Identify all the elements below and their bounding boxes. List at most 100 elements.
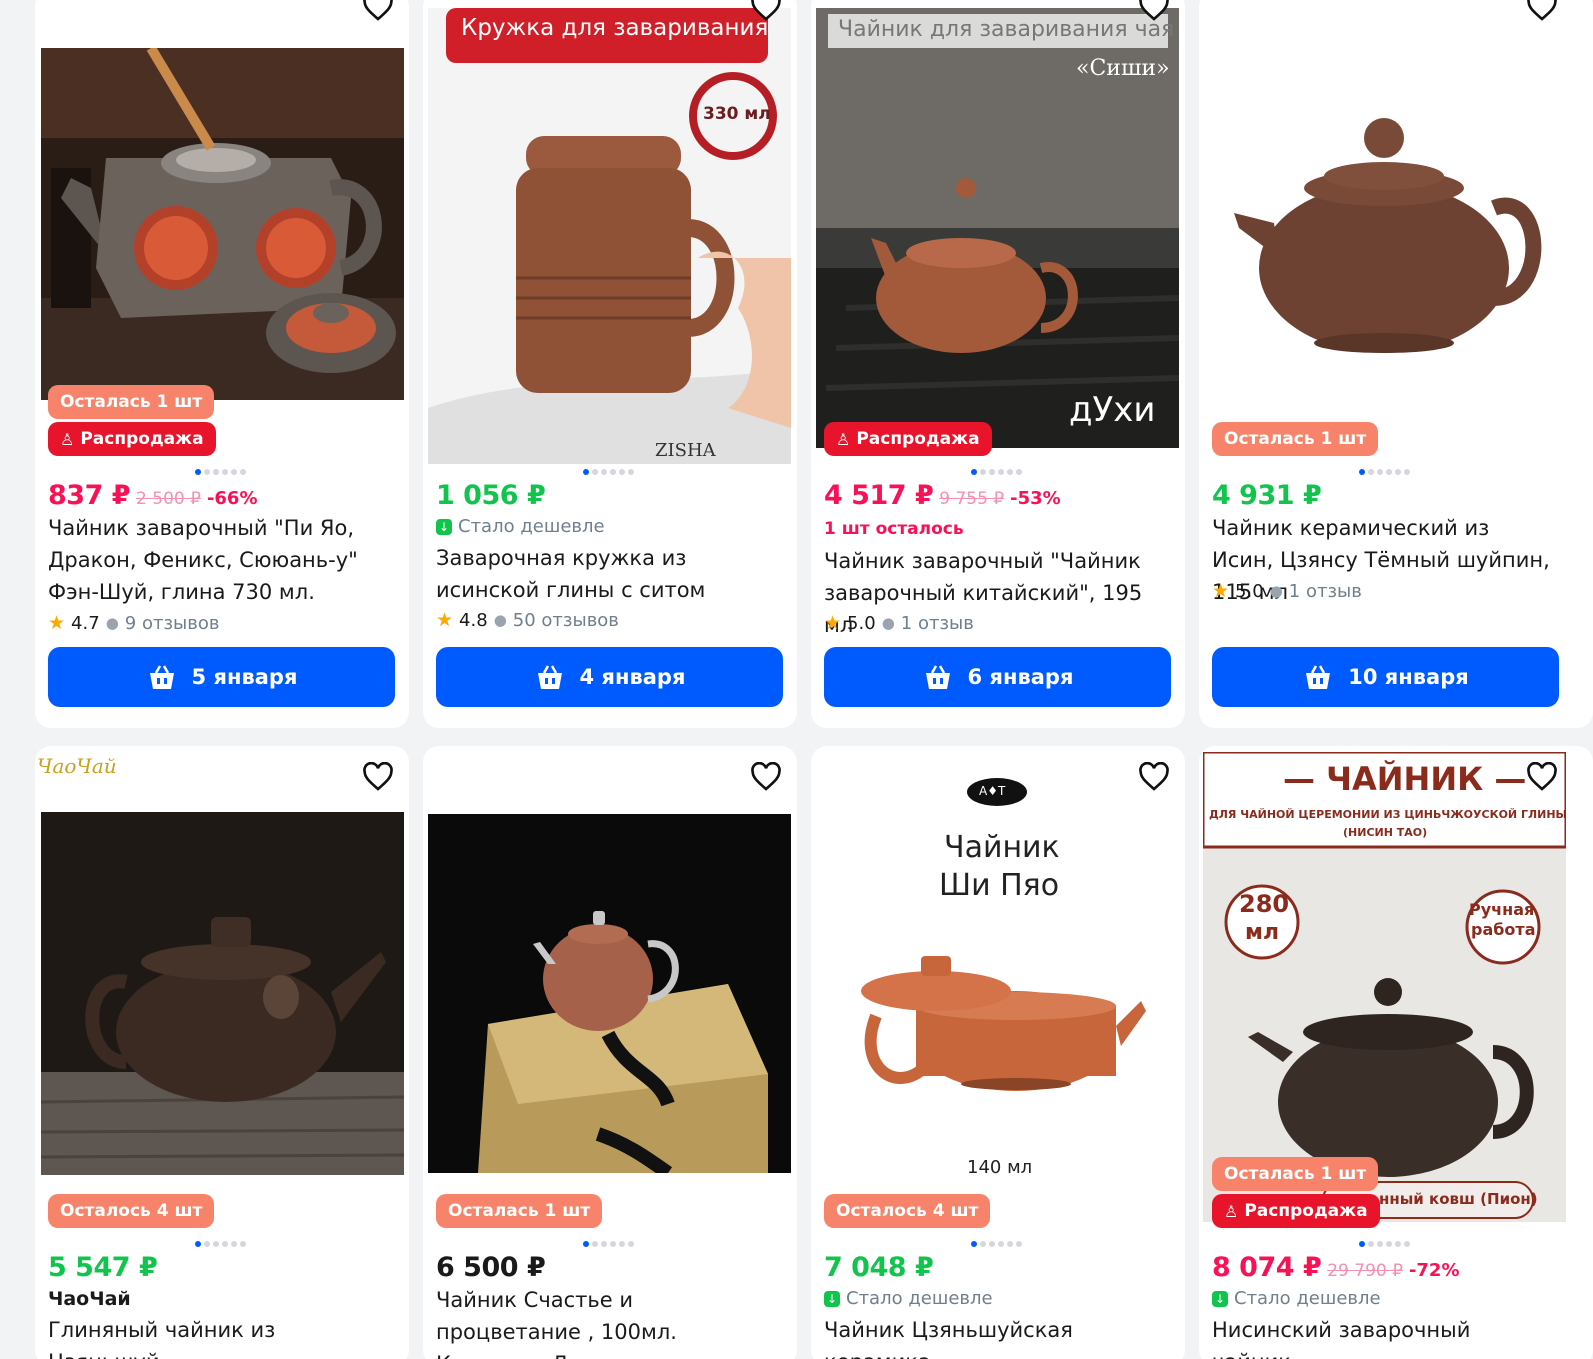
image-volume-unit: мл [1245,920,1280,945]
image-handmade-line2: работа [1471,920,1536,939]
sale-icon: ♙ [60,429,75,449]
image-pager-dots [583,1241,634,1249]
star-icon: ★ [48,612,66,634]
price: 1 056 ₽ [436,480,546,511]
price-row: 5 547 ₽ [48,1252,158,1283]
product-title[interactable]: Чайник Счастье и процветание , 100мл. Ке… [436,1284,776,1359]
image-pager-dots [1359,1241,1410,1249]
stock-badge: Осталась 1 шт [1212,422,1379,456]
add-to-cart-button[interactable]: 6 января [824,647,1171,707]
product-image[interactable] [816,766,1179,1186]
rating-row: ★ 4.8 ● 50 отзывов [436,609,619,631]
arrow-down-icon: ↓ [1212,1290,1228,1307]
product-image[interactable] [428,8,791,464]
old-price: 9 755 ₽ [939,489,1005,509]
brand-logo: А♦Т [979,784,1006,798]
comment-bubble-icon: ● [881,614,895,632]
product-card[interactable]: — ЧАЙНИК — ДЛЯ ЧАЙНОЙ ЦЕРЕМОНИИ ИЗ ЦИНЬЧ… [1199,746,1593,1359]
seller-name[interactable]: ЧаоЧай [48,1288,131,1310]
rating-row: ★ 5.0 ● 1 отзыв [824,612,974,634]
image-pager-dots [971,469,1022,477]
image-subtitle-2: (НИСИН ТАО) [1343,826,1428,839]
price: 5 547 ₽ [48,1252,158,1283]
price: 6 500 ₽ [436,1252,546,1283]
image-footer-caption: нный ковш (Пион) [1379,1190,1538,1208]
product-image[interactable] [1203,752,1566,1222]
favorite-heart-icon[interactable] [1137,0,1171,24]
basket-icon [1306,665,1331,689]
favorite-heart-icon[interactable] [749,760,783,794]
image-volume-number: 280 [1239,890,1290,918]
star-icon: ★ [1212,580,1230,602]
old-price: 2 500 ₽ [136,489,201,509]
image-subtitle: ДЛЯ ЧАЙНОЙ ЦЕРЕМОНИИ ИЗ ЦИНЬЧЖОУСКОЙ ГЛИ… [1209,808,1567,821]
product-image[interactable] [41,48,404,400]
image-caption: Кружка для заваривания [461,15,769,41]
image-pager-dots [971,1241,1022,1249]
sale-icon: ♙ [1224,1201,1239,1221]
favorite-heart-icon[interactable] [1525,0,1559,24]
image-pager-dots [195,1241,246,1249]
image-volume-label: 140 мл [967,1157,1033,1178]
star-icon: ★ [824,612,842,634]
discount: -72% [1408,1260,1460,1281]
stock-badge: Осталась 1 шт [1212,1157,1379,1191]
price-row: 1 056 ₽ [436,480,546,511]
rating-row: ★ 4.7 ● 9 отзывов [48,612,220,634]
price: 4 517 ₽ [824,480,934,511]
price: 837 ₽ [48,480,131,511]
comment-bubble-icon: ● [105,614,119,632]
discount: -53% [1010,488,1061,509]
price-drop-note: ↓ Стало дешевле [824,1288,993,1309]
product-title[interactable]: Чайник заварочный "Пи Яо, Дракон, Феникс… [48,512,388,608]
basket-icon [925,665,950,689]
add-to-cart-button[interactable]: 10 января [1212,647,1559,707]
product-card[interactable]: Осталась 1 шт 4 931 ₽ Чайник керамически… [1199,0,1593,728]
product-image[interactable] [428,814,791,1173]
favorite-heart-icon[interactable] [1525,760,1559,794]
price-row: 8 074 ₽ 29 790 ₽ -72% [1212,1252,1460,1283]
product-image[interactable] [1204,8,1567,448]
star-icon: ★ [436,609,454,631]
price-drop-note: ↓ Стало дешевле [436,516,605,537]
brand-label: ZISHA [655,440,716,461]
product-title[interactable]: Глиняный чайник из Цзяньшуй , [48,1314,388,1359]
product-title[interactable]: Нисинский заварочный чайник [1212,1314,1552,1359]
favorite-heart-icon[interactable] [361,760,395,794]
price-row: 7 048 ₽ [824,1252,934,1283]
stock-badge: Осталась 1 шт [436,1194,603,1228]
add-to-cart-button[interactable]: 5 января [48,647,395,707]
product-card[interactable]: Осталась 1 шт ♙ Распродажа 837 ₽ 2 500 ₽ … [35,0,409,728]
product-card[interactable]: Чайник для заваривания чая «Сиши» дУхи ♙… [811,0,1185,728]
price-row: 6 500 ₽ [436,1252,546,1283]
price-row: 4 931 ₽ [1212,480,1322,511]
image-pager-dots [1359,469,1410,477]
comment-bubble-icon: ● [493,611,507,629]
product-card[interactable]: Кружка для заваривания 330 мл ZISHA 1 05… [423,0,797,728]
image-pager-dots [583,469,634,477]
image-caption-line2: Ши Пяо [939,868,1060,903]
product-card[interactable]: ЧаоЧай Осталось 4 шт 5 547 ₽ ЧаоЧай Глин… [35,746,409,1359]
arrow-down-icon: ↓ [436,518,452,535]
product-title[interactable]: Чайник Цзяньшуйская керамика, [824,1314,1164,1359]
favorite-heart-icon[interactable] [749,0,783,24]
favorite-heart-icon[interactable] [361,0,395,24]
image-caption: Чайник для заваривания чая [838,17,1175,42]
product-card[interactable]: Осталась 1 шт 6 500 ₽ Чайник Счастье и п… [423,746,797,1359]
stock-note: 1 шт осталось [824,519,964,539]
sale-badge: ♙ Распродажа [48,422,216,456]
price: 4 931 ₽ [1212,480,1322,511]
product-image[interactable] [41,812,404,1175]
sale-badge: ♙ Распродажа [1212,1194,1380,1228]
rating-row: ★ 5.0 ● 1 отзыв [1212,580,1362,602]
old-price: 29 790 ₽ [1327,1261,1403,1281]
favorite-heart-icon[interactable] [1137,760,1171,794]
sale-badge: ♙ Распродажа [824,422,992,456]
comment-bubble-icon: ● [1269,582,1283,600]
product-title[interactable]: Заварочная кружка из исинской глины с си… [436,542,776,606]
add-to-cart-button[interactable]: 4 января [436,647,783,707]
stock-badge: Осталась 1 шт [48,385,215,419]
product-card[interactable]: А♦Т Чайник Ши Пяо 140 мл Осталось 4 шт 7… [811,746,1185,1359]
sale-icon: ♙ [836,429,851,449]
discount: -66% [206,488,258,509]
